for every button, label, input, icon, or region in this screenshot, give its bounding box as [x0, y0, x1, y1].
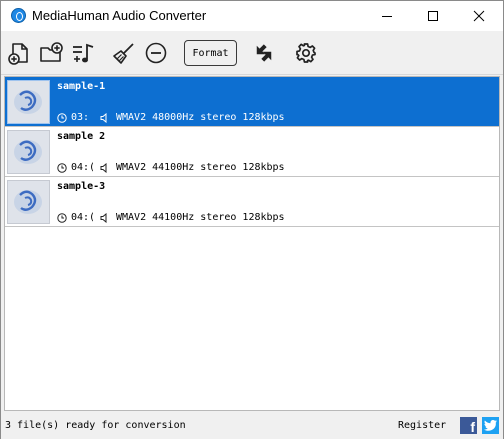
wma-file-icon	[8, 181, 49, 223]
twitter-icon[interactable]	[482, 417, 499, 434]
file-codec-info: WMAV2 44100Hz stereo 128kbps	[116, 212, 285, 223]
add-file-icon	[8, 43, 28, 65]
close-button[interactable]	[456, 1, 502, 31]
file-row[interactable]: sample 2 04:( WMAV2 44100Hz stereo 128kb…	[5, 127, 499, 177]
minus-circle-icon	[145, 42, 167, 64]
minimize-button[interactable]	[364, 1, 410, 31]
clock-icon	[57, 163, 67, 173]
file-name: sample 2	[57, 131, 106, 142]
add-folder-button[interactable]	[39, 41, 63, 65]
audio-file-thumbnail	[7, 180, 50, 224]
playlist-add-icon	[73, 43, 94, 63]
toolbar: Format	[1, 31, 503, 75]
register-link[interactable]: Register	[398, 420, 446, 431]
maximize-button[interactable]	[410, 1, 456, 31]
format-button[interactable]: Format	[184, 40, 237, 66]
app-logo-icon	[11, 8, 26, 23]
title-bar[interactable]: MediaHuman Audio Converter	[1, 1, 503, 31]
speaker-icon	[100, 163, 107, 173]
status-bar: 3 file(s) ready for conversion Register …	[1, 413, 503, 439]
settings-button[interactable]	[294, 41, 318, 65]
minimize-icon	[382, 16, 392, 17]
clock-icon	[57, 213, 67, 223]
close-icon	[473, 10, 485, 22]
file-row[interactable]: sample-1 03: WMAV2 48000Hz stereo 128kbp…	[5, 77, 499, 127]
facebook-icon[interactable]: f	[460, 417, 477, 434]
file-duration: 04:(	[71, 212, 93, 223]
file-name: sample-3	[57, 181, 106, 192]
file-duration: 04:(	[71, 162, 93, 173]
add-to-playlist-button[interactable]	[71, 41, 95, 65]
convert-button[interactable]	[252, 41, 276, 65]
audio-file-thumbnail	[7, 130, 50, 174]
speaker-icon	[100, 113, 107, 123]
convert-arrows-icon	[256, 44, 272, 62]
file-name: sample-1	[57, 81, 106, 92]
file-duration: 03:	[71, 112, 90, 123]
add-file-button[interactable]	[8, 41, 32, 65]
clear-list-button[interactable]	[112, 41, 136, 65]
clock-icon	[57, 113, 67, 123]
wma-file-icon	[8, 131, 49, 173]
gear-icon	[296, 43, 316, 63]
status-text: 3 file(s) ready for conversion	[5, 420, 186, 431]
file-codec-info: WMAV2 44100Hz stereo 128kbps	[116, 162, 285, 173]
maximize-icon	[428, 11, 438, 21]
audio-file-thumbnail	[7, 80, 50, 124]
file-codec-info: WMAV2 48000Hz stereo 128kbps	[116, 112, 285, 123]
remove-file-button[interactable]	[144, 41, 168, 65]
twitter-bird-icon	[484, 420, 497, 431]
app-window: MediaHuman Audio Converter Format sample…	[0, 0, 504, 439]
broom-icon	[113, 43, 134, 64]
wma-file-icon	[8, 81, 49, 123]
file-list[interactable]: sample-1 03: WMAV2 48000Hz stereo 128kbp…	[4, 76, 500, 411]
add-folder-icon	[40, 42, 63, 62]
speaker-icon	[100, 213, 107, 223]
window-title: MediaHuman Audio Converter	[32, 8, 207, 23]
file-row[interactable]: sample-3 04:( WMAV2 44100Hz stereo 128kb…	[5, 177, 499, 227]
